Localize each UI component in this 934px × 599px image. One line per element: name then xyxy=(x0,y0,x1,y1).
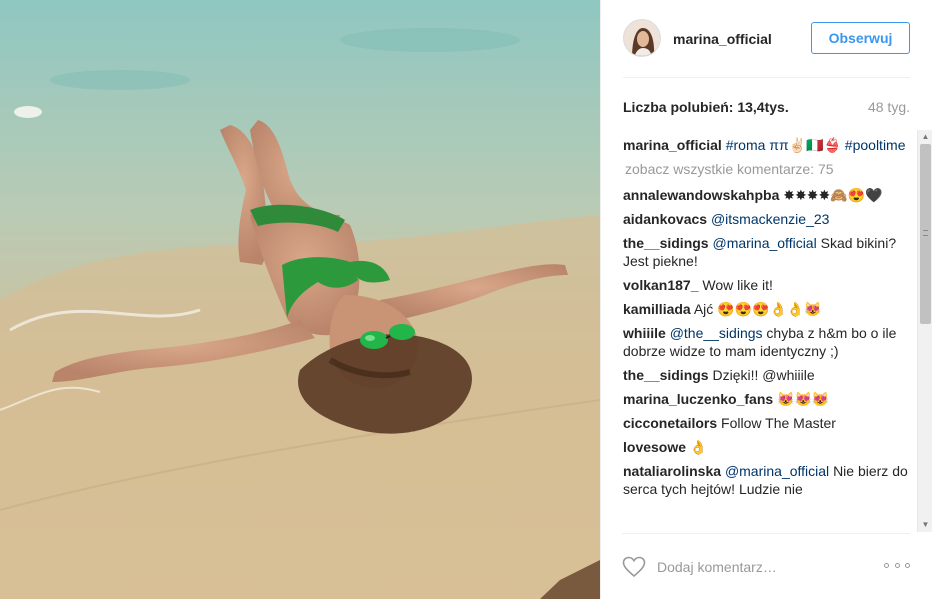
likes-count[interactable]: Liczba polubień: 13,4tys. xyxy=(623,99,789,115)
comment-item: aidankovacs @itsmackenzie_23 xyxy=(623,210,913,228)
add-comment-input[interactable] xyxy=(657,554,877,580)
comment-item: nataliarolinska @marina_official Nie bie… xyxy=(623,462,913,498)
comment-username[interactable]: aidankovacs xyxy=(623,211,707,227)
post-age[interactable]: 48 tyg. xyxy=(868,99,910,115)
comment-item: whiiile @the__sidings chyba z h&m bo o i… xyxy=(623,324,913,360)
scroll-thumb[interactable] xyxy=(920,144,931,324)
avatar-image xyxy=(624,20,660,56)
caption-username[interactable]: marina_official xyxy=(623,137,722,153)
instagram-post-modal: marina_official Obserwuj Liczba polubień… xyxy=(0,0,934,599)
post-photo[interactable] xyxy=(0,0,600,599)
follow-button[interactable]: Obserwuj xyxy=(811,22,910,54)
comment-text: Dzięki!! @whiiile xyxy=(712,367,815,383)
comment-username[interactable]: cicconetailors xyxy=(623,415,717,431)
post-username[interactable]: marina_official xyxy=(673,31,772,47)
comment-username[interactable]: annalewandowskahpba xyxy=(623,187,779,203)
comment-text: Ajć 😍😍😍👌👌😻 xyxy=(693,301,822,317)
comment-mention[interactable]: @the__sidings xyxy=(670,325,763,341)
comment-username[interactable]: marina_luczenko_fans xyxy=(623,391,773,407)
comment-item: the__sidings @marina_official Skad bikin… xyxy=(623,234,913,270)
comment-text: ✸✸✸✸🙈😍🖤 xyxy=(783,187,883,203)
comment-item: kamilliada Ajć 😍😍😍👌👌😻 xyxy=(623,300,913,318)
comment-username[interactable]: volkan187_ xyxy=(623,277,699,293)
comment-username[interactable]: the__sidings xyxy=(623,367,709,383)
comments-scrollbar[interactable]: ▲ ▼ xyxy=(917,130,932,532)
scroll-up-arrow-icon[interactable]: ▲ xyxy=(918,130,933,144)
comment-item: the__sidings Dzięki!! @whiiile xyxy=(623,366,913,384)
comments-list: marina_official #roma ππ✌🏻🇮🇹👙 #pooltime … xyxy=(623,136,913,530)
comment-item: marina_luczenko_fans 😻😻😻 xyxy=(623,390,913,408)
comment-mention[interactable]: @itsmackenzie_23 xyxy=(711,211,830,227)
caption-text[interactable]: #roma ππ✌🏻🇮🇹👙 #pooltime xyxy=(726,137,906,153)
comment-username[interactable]: kamilliada xyxy=(623,301,691,317)
caption: marina_official #roma ππ✌🏻🇮🇹👙 #pooltime xyxy=(623,136,913,154)
comment-mention[interactable]: @marina_official xyxy=(725,463,829,479)
avatar[interactable] xyxy=(623,19,661,57)
dot-icon xyxy=(884,562,889,568)
dot-icon xyxy=(905,562,910,568)
heart-outline-icon[interactable] xyxy=(622,556,646,578)
comment-username[interactable]: the__sidings xyxy=(623,235,709,251)
comment-mention[interactable]: @marina_official xyxy=(712,235,816,251)
beach-photo-illustration xyxy=(0,0,600,599)
dot-icon xyxy=(894,562,900,568)
comment-item: annalewandowskahpba ✸✸✸✸🙈😍🖤 xyxy=(623,186,913,204)
comment-item: volkan187_ Wow like it! xyxy=(623,276,913,294)
more-dots-icon[interactable] xyxy=(884,560,910,570)
view-all-comments-link[interactable]: zobacz wszystkie komentarze: 75 xyxy=(625,160,913,178)
post-side-panel: marina_official Obserwuj Liczba polubień… xyxy=(600,0,934,599)
comment-text: 😻😻😻 xyxy=(777,391,830,407)
comment-text: Wow like it! xyxy=(702,277,773,293)
comment-username[interactable]: whiiile xyxy=(623,325,666,341)
post-footer xyxy=(622,533,910,599)
comment-item: cicconetailors Follow The Master xyxy=(623,414,913,432)
likes-row: Liczba polubień: 13,4tys. 48 tyg. xyxy=(623,99,910,117)
comment-item: lovesowe 👌 xyxy=(623,438,913,456)
comment-username[interactable]: lovesowe xyxy=(623,439,686,455)
scroll-down-arrow-icon[interactable]: ▼ xyxy=(918,518,933,532)
post-header: marina_official Obserwuj xyxy=(623,16,910,78)
comment-text: Follow The Master xyxy=(721,415,836,431)
grip-icon xyxy=(923,230,928,236)
comment-text: 👌 xyxy=(689,439,708,455)
comment-username[interactable]: nataliarolinska xyxy=(623,463,721,479)
